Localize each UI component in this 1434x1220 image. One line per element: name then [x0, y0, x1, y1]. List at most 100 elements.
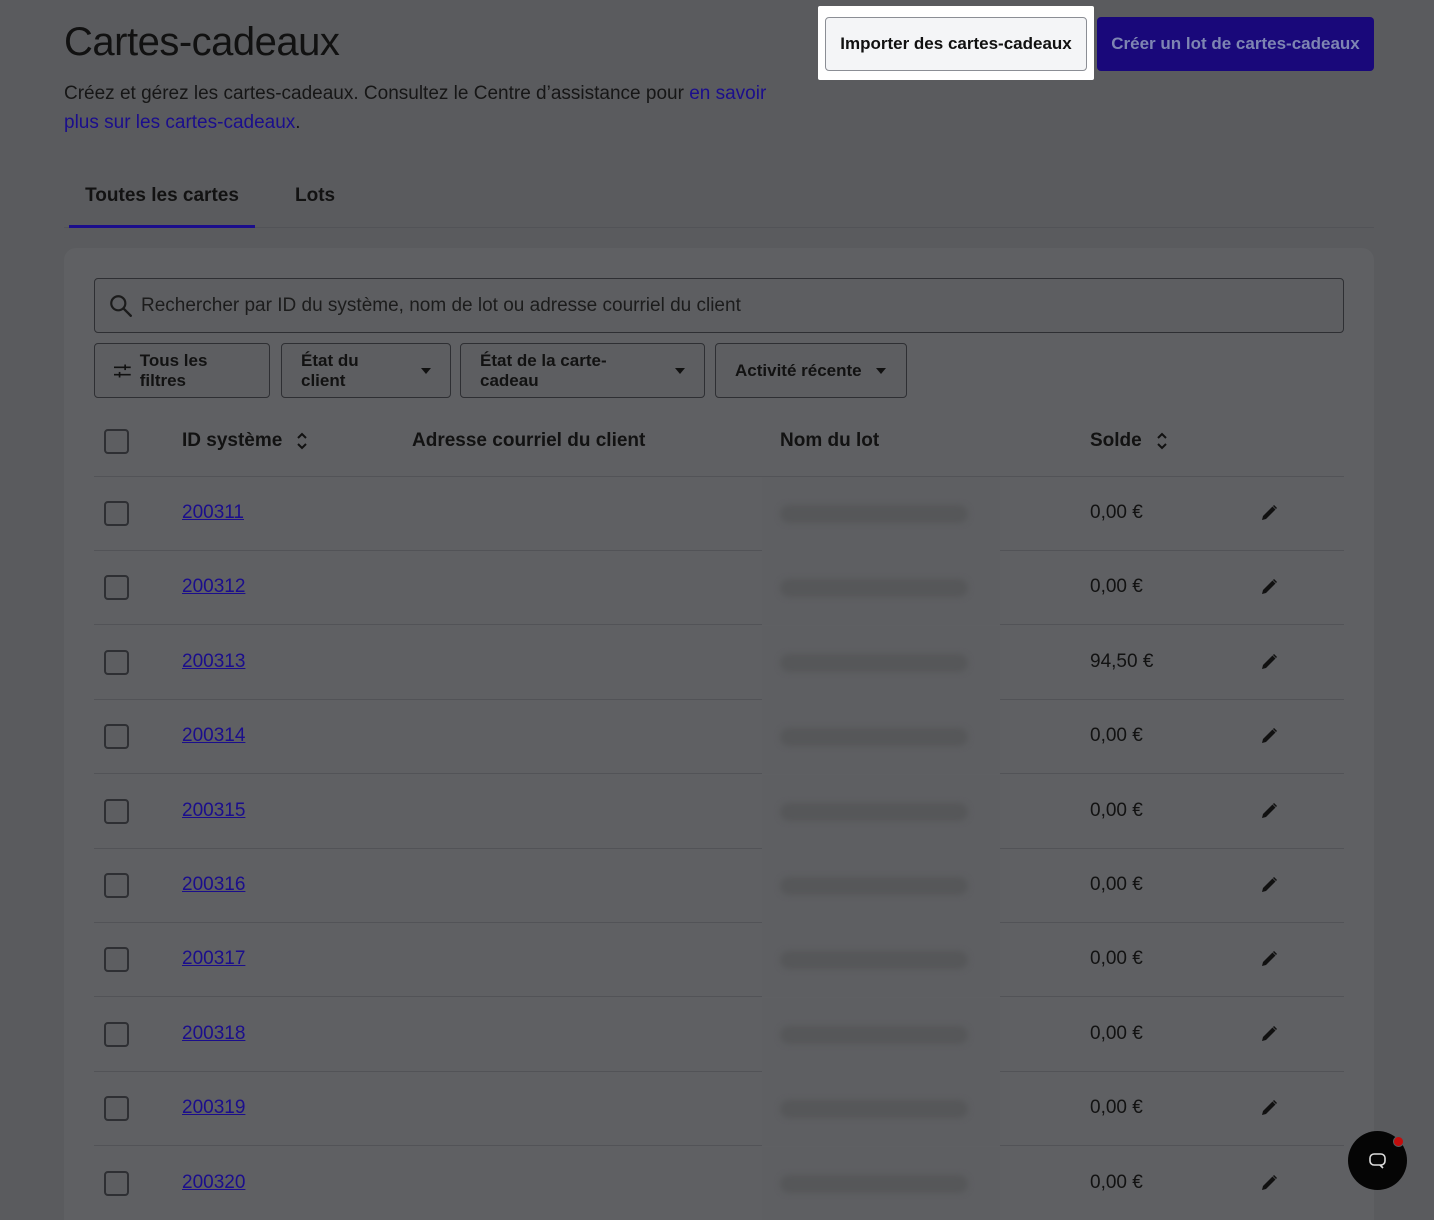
batch-name-cell	[762, 1146, 1000, 1220]
system-id-link[interactable]: 200317	[182, 948, 245, 970]
create-batch-button[interactable]: Créer un lot de cartes-cadeaux	[1097, 17, 1374, 71]
pencil-icon[interactable]	[1260, 578, 1278, 596]
recent-activity-label: Activité récente	[735, 360, 862, 380]
row-checkbox[interactable]	[104, 1021, 129, 1047]
batch-name-cell	[762, 997, 1000, 1072]
page-subtitle: Créez et gérez les cartes-cadeaux. Consu…	[64, 79, 784, 137]
pencil-icon[interactable]	[1260, 802, 1278, 820]
caret-down-icon	[421, 367, 431, 374]
redacted-batch-name	[780, 877, 968, 895]
card-state-dropdown[interactable]: État de la carte-cadeau	[460, 343, 705, 398]
pencil-icon[interactable]	[1260, 653, 1278, 671]
tab-batches[interactable]: Lots	[295, 170, 335, 228]
system-id-link[interactable]: 200311	[182, 502, 244, 524]
chat-button[interactable]	[1348, 1131, 1407, 1190]
redacted-batch-name	[780, 802, 968, 821]
column-balance-label: Solde	[1090, 430, 1142, 451]
system-id-link[interactable]: 200313	[182, 651, 245, 673]
subtitle-text: Créez et gérez les cartes-cadeaux. Consu…	[64, 83, 690, 104]
row-checkbox[interactable]	[104, 1170, 129, 1196]
balance-value: 0,00 €	[1090, 725, 1143, 747]
balance-value: 0,00 €	[1090, 799, 1143, 821]
pencil-icon[interactable]	[1260, 876, 1278, 894]
tab-all-cards[interactable]: Toutes les cartes	[69, 170, 255, 228]
balance-value: 0,00 €	[1090, 874, 1143, 895]
batch-name-cell	[762, 625, 1000, 700]
redacted-batch-name	[780, 579, 968, 598]
row-checkbox[interactable]	[104, 947, 129, 973]
batch-name-cell	[762, 700, 1000, 775]
row-checkbox[interactable]	[104, 575, 129, 601]
redacted-batch-name	[780, 1174, 968, 1193]
gift-cards-panel: Tous les filtres État du client État de …	[64, 248, 1374, 1220]
search-box	[94, 278, 1344, 333]
select-all-checkbox[interactable]	[104, 429, 129, 454]
pencil-icon[interactable]	[1260, 504, 1278, 522]
customer-state-dropdown[interactable]: État du client	[281, 343, 451, 398]
pencil-icon[interactable]	[1260, 1025, 1278, 1043]
row-checkbox[interactable]	[104, 1096, 129, 1122]
sort-icon	[297, 432, 308, 450]
batch-name-cell	[762, 477, 1000, 551]
table-row: 200319 0,00 €	[94, 1072, 1344, 1147]
redacted-batch-name	[780, 951, 968, 970]
import-gift-cards-button[interactable]: Importer des cartes-cadeaux	[825, 17, 1087, 71]
row-checkbox[interactable]	[104, 798, 129, 824]
table-row: 200311 0,00 €	[94, 477, 1344, 551]
card-state-label: État de la carte-cadeau	[480, 350, 607, 390]
tabs: Toutes les cartes Lots	[64, 170, 1374, 228]
redacted-batch-name	[780, 1025, 968, 1044]
table-row: 200315 0,00 €	[94, 774, 1344, 849]
sort-icon	[1157, 432, 1167, 450]
table-row: 200320 0,00 €	[94, 1146, 1344, 1220]
balance-value: 94,50 €	[1090, 650, 1154, 672]
row-checkbox[interactable]	[104, 873, 129, 898]
pencil-icon[interactable]	[1260, 1099, 1278, 1117]
all-filters-button[interactable]: Tous les filtres	[94, 343, 270, 398]
system-id-link[interactable]: 200312	[182, 576, 245, 598]
redacted-batch-name	[780, 653, 968, 672]
batch-name-cell	[762, 849, 1000, 923]
search-input[interactable]	[141, 279, 1321, 332]
search-icon	[110, 295, 132, 317]
pencil-icon[interactable]	[1260, 1174, 1278, 1192]
system-id-link[interactable]: 200316	[182, 874, 245, 896]
table-row: 200314 0,00 €	[94, 700, 1344, 775]
column-system-id-label: ID système	[182, 430, 283, 451]
table-row: 200318 0,00 €	[94, 997, 1344, 1072]
all-filters-label: Tous les filtres	[139, 350, 208, 390]
pencil-icon[interactable]	[1260, 727, 1278, 745]
balance-value: 0,00 €	[1090, 576, 1143, 598]
table-row: 200316 0,00 €	[94, 849, 1344, 923]
notification-dot	[1393, 1136, 1404, 1147]
column-balance[interactable]: Solde	[1090, 430, 1168, 452]
system-id-link[interactable]: 200319	[182, 1097, 245, 1119]
row-checkbox[interactable]	[104, 501, 129, 526]
row-checkbox[interactable]	[104, 724, 129, 750]
column-system-id[interactable]: ID système	[182, 430, 308, 452]
row-checkbox[interactable]	[104, 649, 129, 675]
table-header: ID système Adresse courriel du client No…	[94, 403, 1344, 477]
column-email: Adresse courriel du client	[412, 430, 646, 451]
balance-value: 0,00 €	[1090, 1097, 1143, 1119]
batch-name-cell	[762, 923, 1000, 998]
column-batch-name: Nom du lot	[780, 430, 880, 451]
chat-icon	[1369, 1153, 1386, 1169]
batch-name-cell	[762, 551, 1000, 626]
pencil-icon[interactable]	[1260, 950, 1278, 968]
import-button-highlight: Importer des cartes-cadeaux	[818, 6, 1094, 80]
system-id-link[interactable]: 200320	[182, 1172, 245, 1194]
customer-state-label: État du client	[301, 350, 359, 390]
redacted-batch-name	[780, 1100, 968, 1119]
system-id-link[interactable]: 200314	[182, 725, 245, 747]
sliders-icon	[114, 363, 131, 378]
table-row: 200317 0,00 €	[94, 923, 1344, 998]
balance-value: 0,00 €	[1090, 1171, 1143, 1193]
balance-value: 0,00 €	[1090, 1022, 1143, 1044]
system-id-link[interactable]: 200318	[182, 1023, 245, 1045]
system-id-link[interactable]: 200315	[182, 800, 245, 822]
recent-activity-dropdown[interactable]: Activité récente	[715, 343, 907, 398]
batch-name-cell	[762, 1072, 1000, 1147]
redacted-batch-name	[780, 728, 968, 747]
caret-down-icon	[675, 367, 685, 374]
